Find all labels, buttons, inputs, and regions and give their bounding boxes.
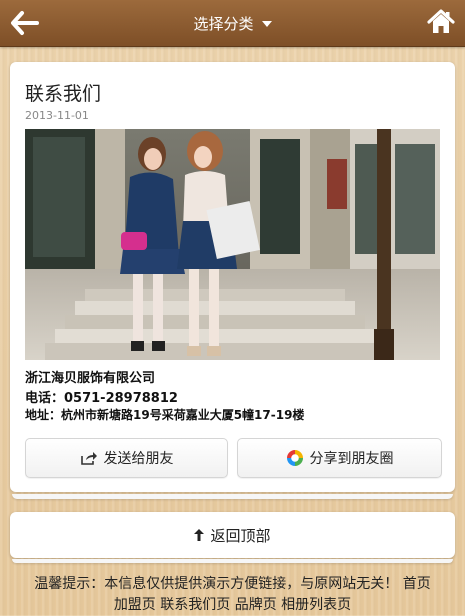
- company-name: 浙江海贝服饰有限公司: [25, 371, 156, 386]
- footer: 温馨提示：本信息仅供提供演示方便链接，与原网站无关！ 首页 加盟页 联系我们页 …: [0, 574, 465, 616]
- top-button-edge: [12, 559, 453, 563]
- arrow-up-icon: [194, 529, 205, 541]
- back-to-top-label: 返回顶部: [210, 526, 271, 545]
- footer-link-franchise[interactable]: 加盟页: [114, 597, 156, 613]
- footer-notice: 温馨提示：本信息仅供提供演示方便链接，与原网站无关！: [34, 576, 399, 592]
- home-button[interactable]: [427, 8, 455, 36]
- article-card: 联系我们 2013-11-01 浙江海贝服饰有限公司 电话：0571-28978…: [10, 62, 455, 492]
- phone-number: 电话：0571-28978812: [25, 391, 178, 406]
- article-date: 2013-11-01: [25, 109, 89, 122]
- category-selector[interactable]: 选择分类: [0, 0, 465, 46]
- page-title: 选择分类: [193, 14, 254, 33]
- article-title: 联系我们: [25, 83, 102, 105]
- footer-link-contact[interactable]: 联系我们页: [160, 597, 230, 613]
- share-to-moments-button[interactable]: 分享到朋友圈: [237, 438, 442, 478]
- article-photo: [25, 129, 440, 360]
- footer-link-album[interactable]: 相册列表页: [281, 597, 351, 613]
- back-to-top-button[interactable]: 返回顶部: [10, 512, 455, 558]
- top-navigation-bar: 选择分类: [0, 0, 465, 47]
- share-icon: [80, 452, 97, 465]
- share-to-moments-label: 分享到朋友圈: [309, 451, 394, 467]
- address: 地址：杭州市新塘路19号采荷嘉业大厦5幢17-19楼: [25, 408, 305, 422]
- card-stack-edge: [12, 494, 453, 499]
- footer-link-home[interactable]: 首页: [403, 576, 431, 592]
- footer-link-brand[interactable]: 品牌页: [235, 597, 277, 613]
- caret-down-icon: [261, 21, 272, 27]
- home-icon: [427, 9, 455, 33]
- send-to-friend-button[interactable]: 发送给朋友: [25, 438, 228, 478]
- moments-icon: [286, 450, 303, 466]
- send-to-friend-label: 发送给朋友: [103, 451, 174, 467]
